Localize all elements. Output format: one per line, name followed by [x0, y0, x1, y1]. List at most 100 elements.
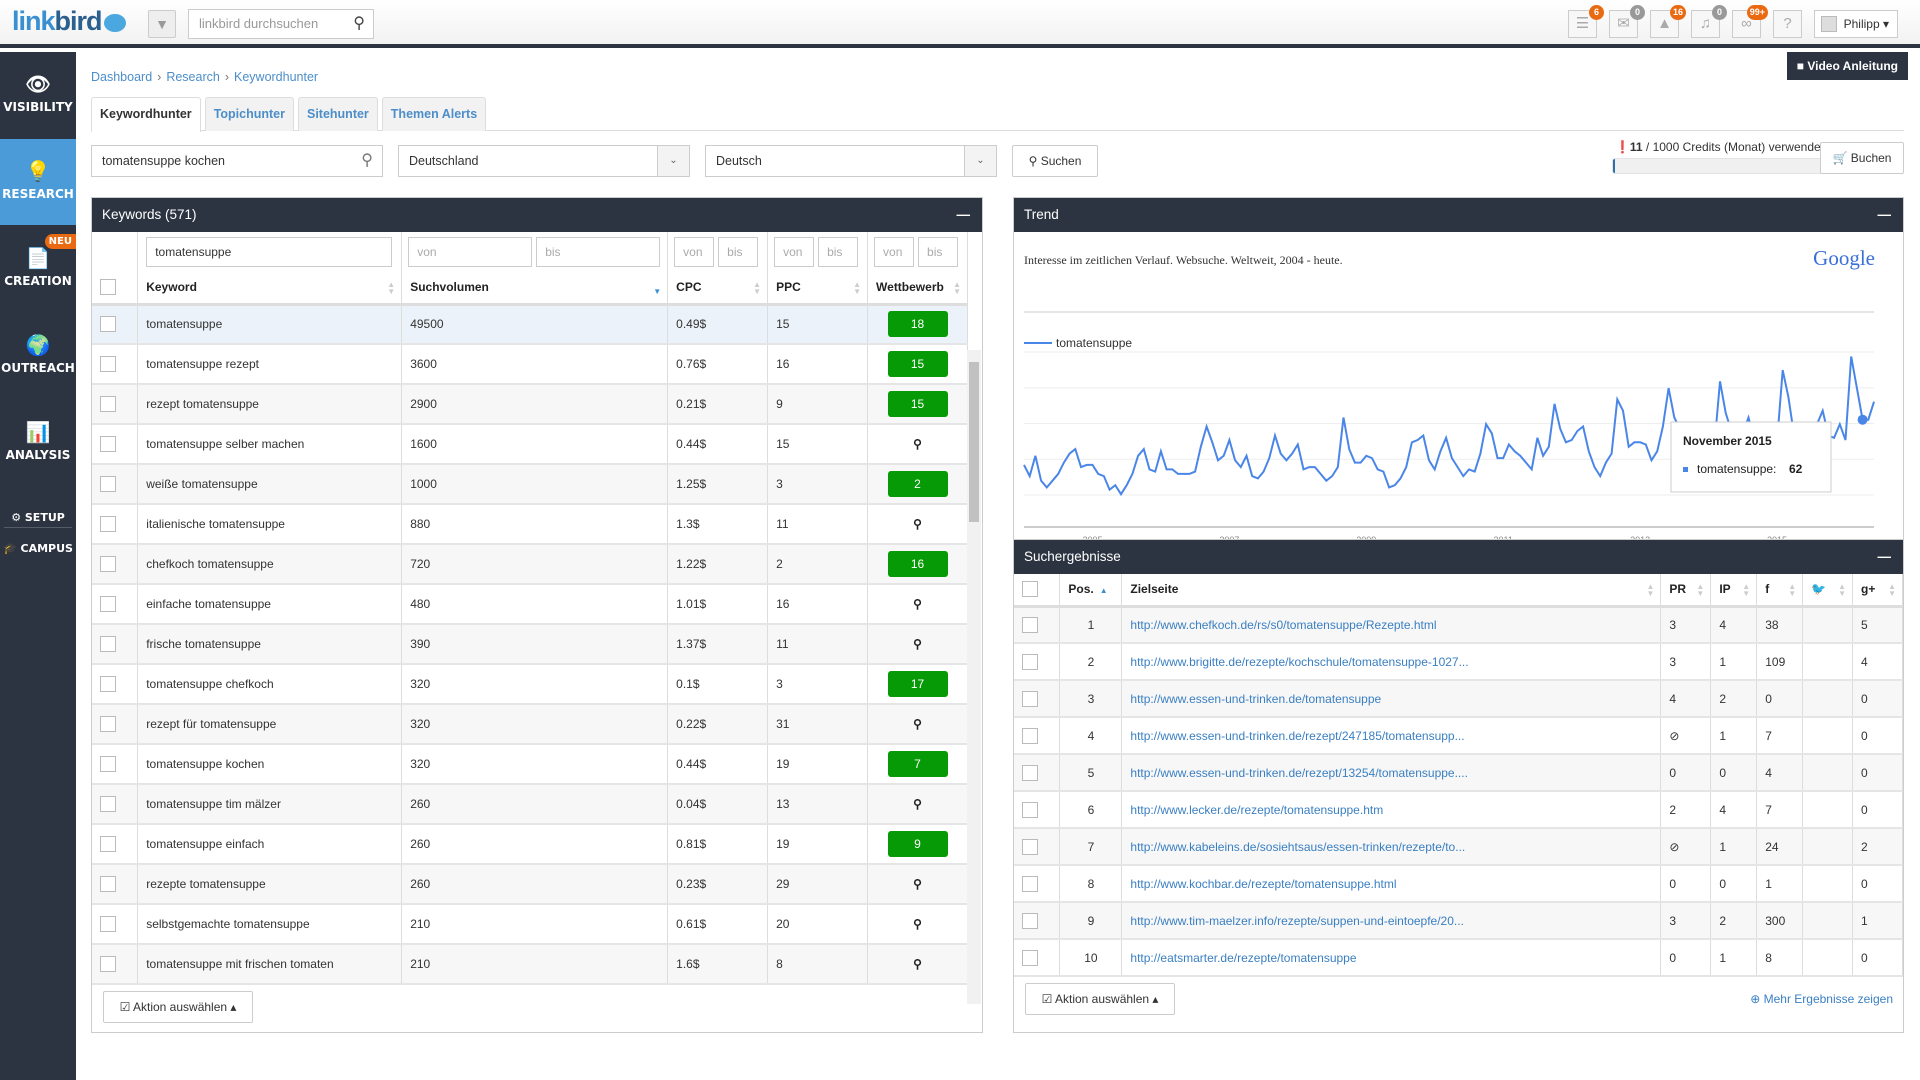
highlighted-point[interactable]	[1857, 414, 1868, 425]
result-url-link[interactable]: http://www.brigitte.de/rezepte/kochschul…	[1130, 655, 1468, 669]
link-button[interactable]: ∞ 99+	[1732, 5, 1768, 38]
table-row[interactable]: rezept für tomatensuppe 320 0.22$ 31 ⚲	[92, 704, 968, 745]
max-filter-input[interactable]: bis	[818, 237, 859, 267]
warning-button[interactable]: ▲ 16	[1650, 5, 1686, 38]
table-row[interactable]: 9 http://www.tim-maelzer.info/rezepte/sup…	[1014, 902, 1903, 940]
row-checkbox[interactable]	[100, 876, 116, 892]
column-header-1[interactable]: Zielseite ▲ ▼	[1121, 574, 1662, 608]
row-checkbox[interactable]	[100, 556, 116, 572]
row-checkbox[interactable]	[1022, 690, 1038, 707]
column-header-2[interactable]: PR ▲ ▼	[1660, 574, 1712, 608]
max-filter-input[interactable]: bis	[718, 237, 759, 267]
search-icon[interactable]: ⚲	[913, 877, 922, 891]
row-checkbox[interactable]	[1022, 764, 1038, 781]
table-row[interactable]: einfache tomatensuppe 480 1.01$ 16 ⚲	[92, 584, 968, 625]
table-row[interactable]: chefkoch tomatensuppe 720 1.22$ 2 16	[92, 544, 968, 585]
table-row[interactable]: 10 http://eatsmarter.de/rezepte/tomatensu…	[1014, 939, 1903, 977]
user-menu-button[interactable]: Philipp ▾	[1814, 10, 1898, 38]
column-header-5[interactable]: 🐦 ▲ ▼	[1802, 574, 1854, 608]
tasks-button[interactable]: ☰ 6	[1568, 5, 1604, 38]
row-checkbox[interactable]	[100, 396, 116, 412]
keyword-action-button[interactable]: ☑ Aktion auswählen ▴	[103, 991, 253, 1023]
country-select[interactable]: Deutschland ⌄	[398, 145, 690, 177]
table-row[interactable]: tomatensuppe selber machen 1600 0.44$ 15 ⚲	[92, 424, 968, 465]
table-row[interactable]: tomatensuppe kochen 320 0.44$ 19 7	[92, 744, 968, 785]
search-icon[interactable]: ⚲	[353, 10, 365, 38]
keyword-filter-input[interactable]: tomatensuppe	[146, 237, 393, 267]
tab-keywordhunter[interactable]: Keywordhunter	[91, 97, 201, 132]
column-header-suchvolumen[interactable]: Suchvolumen ▼	[401, 272, 669, 306]
row-checkbox[interactable]	[100, 636, 116, 652]
search-icon[interactable]: ⚲	[913, 957, 922, 971]
max-filter-input[interactable]: bis	[536, 237, 661, 267]
sidebar-item-research[interactable]: 💡 RESEARCH	[0, 139, 76, 225]
row-checkbox[interactable]	[1022, 949, 1038, 966]
select-all-checkbox[interactable]	[100, 279, 116, 296]
min-filter-input[interactable]: von	[674, 237, 715, 267]
filter-button[interactable]: ▼	[148, 10, 176, 38]
row-checkbox[interactable]	[100, 596, 116, 612]
table-row[interactable]: 3 http://www.essen-und-trinken.de/tomaten…	[1014, 680, 1903, 718]
sidebar-item-outreach[interactable]: 🌍 OUTREACH	[0, 313, 76, 399]
row-checkbox[interactable]	[1022, 653, 1038, 670]
column-header-ppc[interactable]: PPC ▲ ▼	[767, 272, 869, 306]
column-header-4[interactable]: f ▲ ▼	[1756, 574, 1804, 608]
buy-button[interactable]: 🛒 Buchen	[1820, 142, 1904, 174]
search-icon[interactable]: ⚲	[913, 797, 922, 811]
search-button[interactable]: ⚲ Suchen	[1012, 145, 1098, 177]
minimize-icon[interactable]: —	[1878, 540, 1892, 574]
sidebar-item-visibility[interactable]: 👁 VISIBILITY	[0, 52, 76, 138]
table-row[interactable]: rezept tomatensuppe 2900 0.21$ 9 15	[92, 384, 968, 425]
min-filter-input[interactable]: von	[408, 237, 533, 267]
search-icon[interactable]: ⚲	[913, 717, 922, 731]
search-icon[interactable]: ⚲	[913, 917, 922, 931]
minimize-icon[interactable]: —	[1878, 198, 1892, 232]
more-results-link[interactable]: ⊕ Mehr Ergebnisse zeigen	[1750, 992, 1893, 1006]
table-row[interactable]: tomatensuppe einfach 260 0.81$ 19 9	[92, 824, 968, 865]
table-row[interactable]: tomatensuppe tim mälzer 260 0.04$ 13 ⚲	[92, 784, 968, 825]
language-select[interactable]: Deutsch ⌄	[705, 145, 997, 177]
search-icon[interactable]: ⚲	[913, 637, 922, 651]
row-checkbox[interactable]	[100, 796, 116, 812]
row-checkbox[interactable]	[100, 316, 116, 333]
select-all-checkbox[interactable]	[1022, 581, 1038, 598]
tab-themen-alerts[interactable]: Themen Alerts	[381, 97, 487, 131]
result-url-link[interactable]: http://www.lecker.de/rezepte/tomatensupp…	[1130, 803, 1383, 817]
sidebar-item-campus[interactable]: 🎓 CAMPUS	[0, 542, 76, 555]
search-icon[interactable]: ⚲	[913, 597, 922, 611]
help-button[interactable]: ?	[1773, 10, 1802, 38]
max-filter-input[interactable]: bis	[918, 237, 959, 267]
row-checkbox[interactable]	[100, 956, 116, 972]
bell-button[interactable]: ♫ 0	[1691, 5, 1727, 38]
row-checkbox[interactable]	[100, 516, 116, 532]
table-row[interactable]: selbstgemachte tomatensuppe 210 0.61$ 20 ⚲	[92, 904, 968, 945]
row-checkbox[interactable]	[1022, 616, 1038, 633]
table-row[interactable]: 6 http://www.lecker.de/rezepte/tomatensup…	[1014, 791, 1903, 829]
table-row[interactable]: 4 http://www.essen-und-trinken.de/rezept/…	[1014, 717, 1903, 755]
sidebar-item-creation[interactable]: 📄 CREATION NEU	[0, 226, 76, 312]
min-filter-input[interactable]: von	[774, 237, 815, 267]
tab-sitehunter[interactable]: Sitehunter	[297, 97, 378, 131]
row-checkbox[interactable]	[1022, 727, 1038, 744]
breadcrumb-dashboard[interactable]: Dashboard	[91, 70, 152, 84]
row-checkbox[interactable]	[100, 676, 116, 692]
row-checkbox[interactable]	[1022, 801, 1038, 818]
keyword-search-input[interactable]: tomatensuppe kochen ⚲	[91, 145, 383, 177]
video-tutorial-button[interactable]: ■ Video Anleitung	[1786, 52, 1908, 80]
row-checkbox[interactable]	[100, 756, 116, 772]
row-checkbox[interactable]	[100, 436, 116, 452]
mail-button[interactable]: ✉ 0	[1609, 5, 1645, 38]
column-header-wettbewerb[interactable]: Wettbewerb ▲ ▼	[867, 272, 968, 306]
table-row[interactable]: tomatensuppe rezept 3600 0.76$ 16 15	[92, 344, 968, 385]
table-row[interactable]: weiße tomatensuppe 1000 1.25$ 3 2	[92, 464, 968, 505]
row-checkbox[interactable]	[1022, 875, 1038, 892]
sidebar-item-setup[interactable]: ⚙ SETUP	[0, 511, 76, 524]
column-header-keyword[interactable]: Keyword ▲ ▼	[137, 272, 403, 306]
table-row[interactable]: 2 http://www.brigitte.de/rezepte/kochschu…	[1014, 643, 1903, 681]
table-row[interactable]: tomatensuppe mit frischen tomaten 210 1.6$…	[92, 944, 968, 985]
row-checkbox[interactable]	[1022, 838, 1038, 855]
row-checkbox[interactable]	[100, 476, 116, 492]
table-row[interactable]: tomatensuppe 49500 0.49$ 15 18	[92, 304, 968, 345]
table-row[interactable]: 7 http://www.kabeleins.de/sosiehtsaus/ess…	[1014, 828, 1903, 866]
breadcrumb-keywordhunter[interactable]: Keywordhunter	[234, 70, 318, 84]
